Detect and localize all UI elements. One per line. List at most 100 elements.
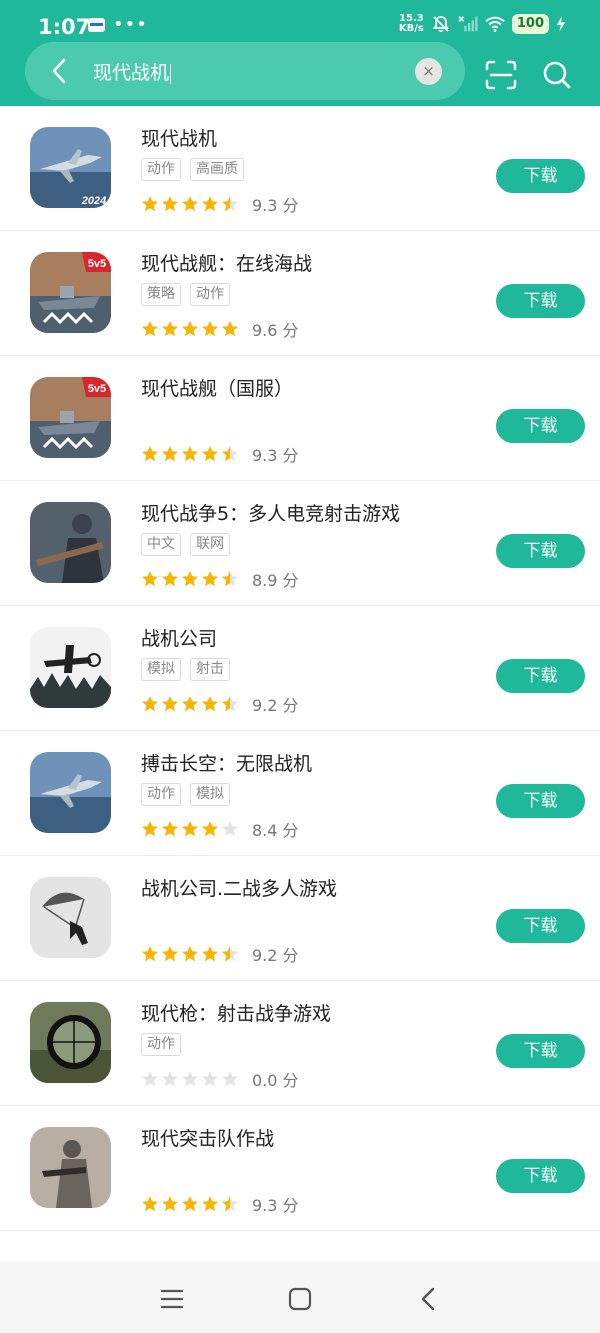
star-icon (222, 446, 238, 462)
warship-icon[interactable]: 5v5 (30, 252, 111, 333)
battery-level: 100 (511, 14, 549, 34)
nav-back-icon[interactable] (418, 1287, 438, 1311)
download-button[interactable]: 下载 (496, 284, 585, 318)
net-speed: 15.3 KB/s (399, 14, 424, 34)
back-icon[interactable] (45, 56, 73, 86)
star-icon (182, 1196, 198, 1212)
download-button[interactable]: 下载 (496, 159, 585, 193)
star-icon (142, 321, 158, 337)
jet-fighter-icon[interactable] (30, 752, 111, 833)
star-icon (202, 196, 218, 212)
text-caret (170, 63, 172, 84)
search-bar[interactable]: 现代战机 × (25, 42, 465, 100)
download-button[interactable]: 下载 (496, 1159, 585, 1193)
charging-icon (556, 16, 566, 32)
wifi-icon (485, 16, 505, 32)
download-button[interactable]: 下载 (496, 534, 585, 568)
search-icon[interactable] (541, 59, 573, 91)
star-icon (142, 1071, 158, 1087)
app-name[interactable]: 现代战机 (141, 124, 217, 151)
star-icon (202, 571, 218, 587)
app-name[interactable]: 现代枪：射击战争游戏 (141, 999, 331, 1026)
download-button[interactable]: 下载 (496, 409, 585, 443)
warship-icon[interactable]: 5v5 (30, 377, 111, 458)
star-icon (142, 821, 158, 837)
app-list-item[interactable]: 现代枪：射击战争游戏动作 0.0 分 下载 (0, 981, 600, 1106)
search-input[interactable]: 现代战机 (93, 58, 172, 85)
star-icon (222, 821, 238, 837)
download-button[interactable]: 下载 (496, 909, 585, 943)
rating-stars: 9.2 分 (141, 692, 299, 716)
app-list-item[interactable]: 5v5 现代战舰：在线海战策略 动作 9.6 分 下载 (0, 231, 600, 356)
soldier-icon[interactable] (30, 502, 111, 583)
star-icon (202, 696, 218, 712)
biplane-icon[interactable] (30, 627, 111, 708)
category-tag: 中文 (141, 533, 181, 556)
scope-icon[interactable] (30, 1002, 111, 1083)
app-name[interactable]: 现代战舰（国服） (141, 374, 293, 401)
status-time: 1:07 (38, 15, 91, 39)
app-name[interactable]: 战机公司.二战多人游戏 (141, 874, 337, 901)
star-icon (162, 946, 178, 962)
rating-stars: 9.3 分 (141, 192, 299, 216)
category-tag: 高画质 (190, 158, 244, 181)
app-name[interactable]: 战机公司 (141, 624, 217, 651)
app-name[interactable]: 搏击长空：无限战机 (141, 749, 312, 776)
app-name[interactable]: 现代战争5：多人电竞射击游戏 (141, 499, 400, 526)
app-list-item[interactable]: 2024 现代战机动作 高画质 9.3 分 下载 (0, 106, 600, 231)
rating-score: 9.3 分 (252, 1196, 299, 1215)
paratrooper-icon[interactable] (30, 877, 111, 958)
star-icon (182, 446, 198, 462)
app-list-item[interactable]: 现代突击队作战 9.3 分 下载 (0, 1106, 600, 1231)
commando-icon[interactable] (30, 1127, 111, 1208)
rating-score: 9.3 分 (252, 446, 299, 465)
app-tags: 动作 (141, 1033, 181, 1056)
app-list-item[interactable]: 搏击长空：无限战机 动作 模拟 8.4 分 下载 (0, 731, 600, 856)
star-icon (162, 321, 178, 337)
star-icon (182, 821, 198, 837)
rating-stars: 0.0 分 (141, 1067, 299, 1091)
app-list-item[interactable]: 5v5 现代战舰（国服） 9.3 分 下载 (0, 356, 600, 481)
star-icon (222, 196, 238, 212)
app-name[interactable]: 现代战舰：在线海战 (141, 249, 312, 276)
star-icon (202, 321, 218, 337)
wallet-icon (88, 18, 105, 32)
scan-icon[interactable] (484, 59, 518, 91)
download-button[interactable]: 下载 (496, 784, 585, 818)
rating-stars: 9.3 分 (141, 1192, 299, 1216)
app-list-item[interactable]: 战机公司.二战多人游戏 9.2 分 下载 (0, 856, 600, 981)
rating-score: 9.6 分 (252, 321, 299, 340)
app-name[interactable]: 现代突击队作战 (141, 1124, 274, 1151)
home-icon[interactable] (288, 1287, 312, 1311)
jet-fighter-icon[interactable]: 2024 (30, 127, 111, 208)
download-button[interactable]: 下载 (496, 1034, 585, 1068)
star-icon (162, 571, 178, 587)
menu-icon[interactable] (160, 1288, 184, 1310)
star-icon (202, 821, 218, 837)
clear-search-button[interactable]: × (415, 58, 442, 85)
star-icon (142, 696, 158, 712)
star-icon (182, 1071, 198, 1087)
rating-score: 9.2 分 (252, 696, 299, 715)
star-icon (162, 196, 178, 212)
rating-score: 8.9 分 (252, 571, 299, 590)
app-list-item[interactable]: 战机公司模拟 射击 9.2 分 下载 (0, 606, 600, 731)
star-icon (222, 946, 238, 962)
net-speed-unit: KB/s (398, 23, 424, 34)
app-tags: 模拟 射击 (141, 658, 230, 681)
star-icon (162, 446, 178, 462)
app-list-item[interactable]: 现代战争5：多人电竞射击游戏 中文 联网 8.9 分 下载 (0, 481, 600, 606)
star-icon (202, 946, 218, 962)
rating-score: 0.0 分 (252, 1071, 299, 1090)
category-tag: 射击 (190, 658, 230, 681)
category-tag: 模拟 (190, 783, 230, 806)
app-tags: 策略 动作 (141, 283, 230, 306)
rating-score: 9.3 分 (252, 196, 299, 215)
download-button[interactable]: 下载 (496, 659, 585, 693)
app-tags: 动作 高画质 (141, 158, 244, 181)
status-bar: 1:07 ••• 15.3 KB/s 100 (0, 0, 600, 42)
star-icon (182, 571, 198, 587)
star-icon (162, 1196, 178, 1212)
no-signal-icon (458, 16, 478, 32)
search-query-text: 现代战机 (93, 62, 170, 84)
